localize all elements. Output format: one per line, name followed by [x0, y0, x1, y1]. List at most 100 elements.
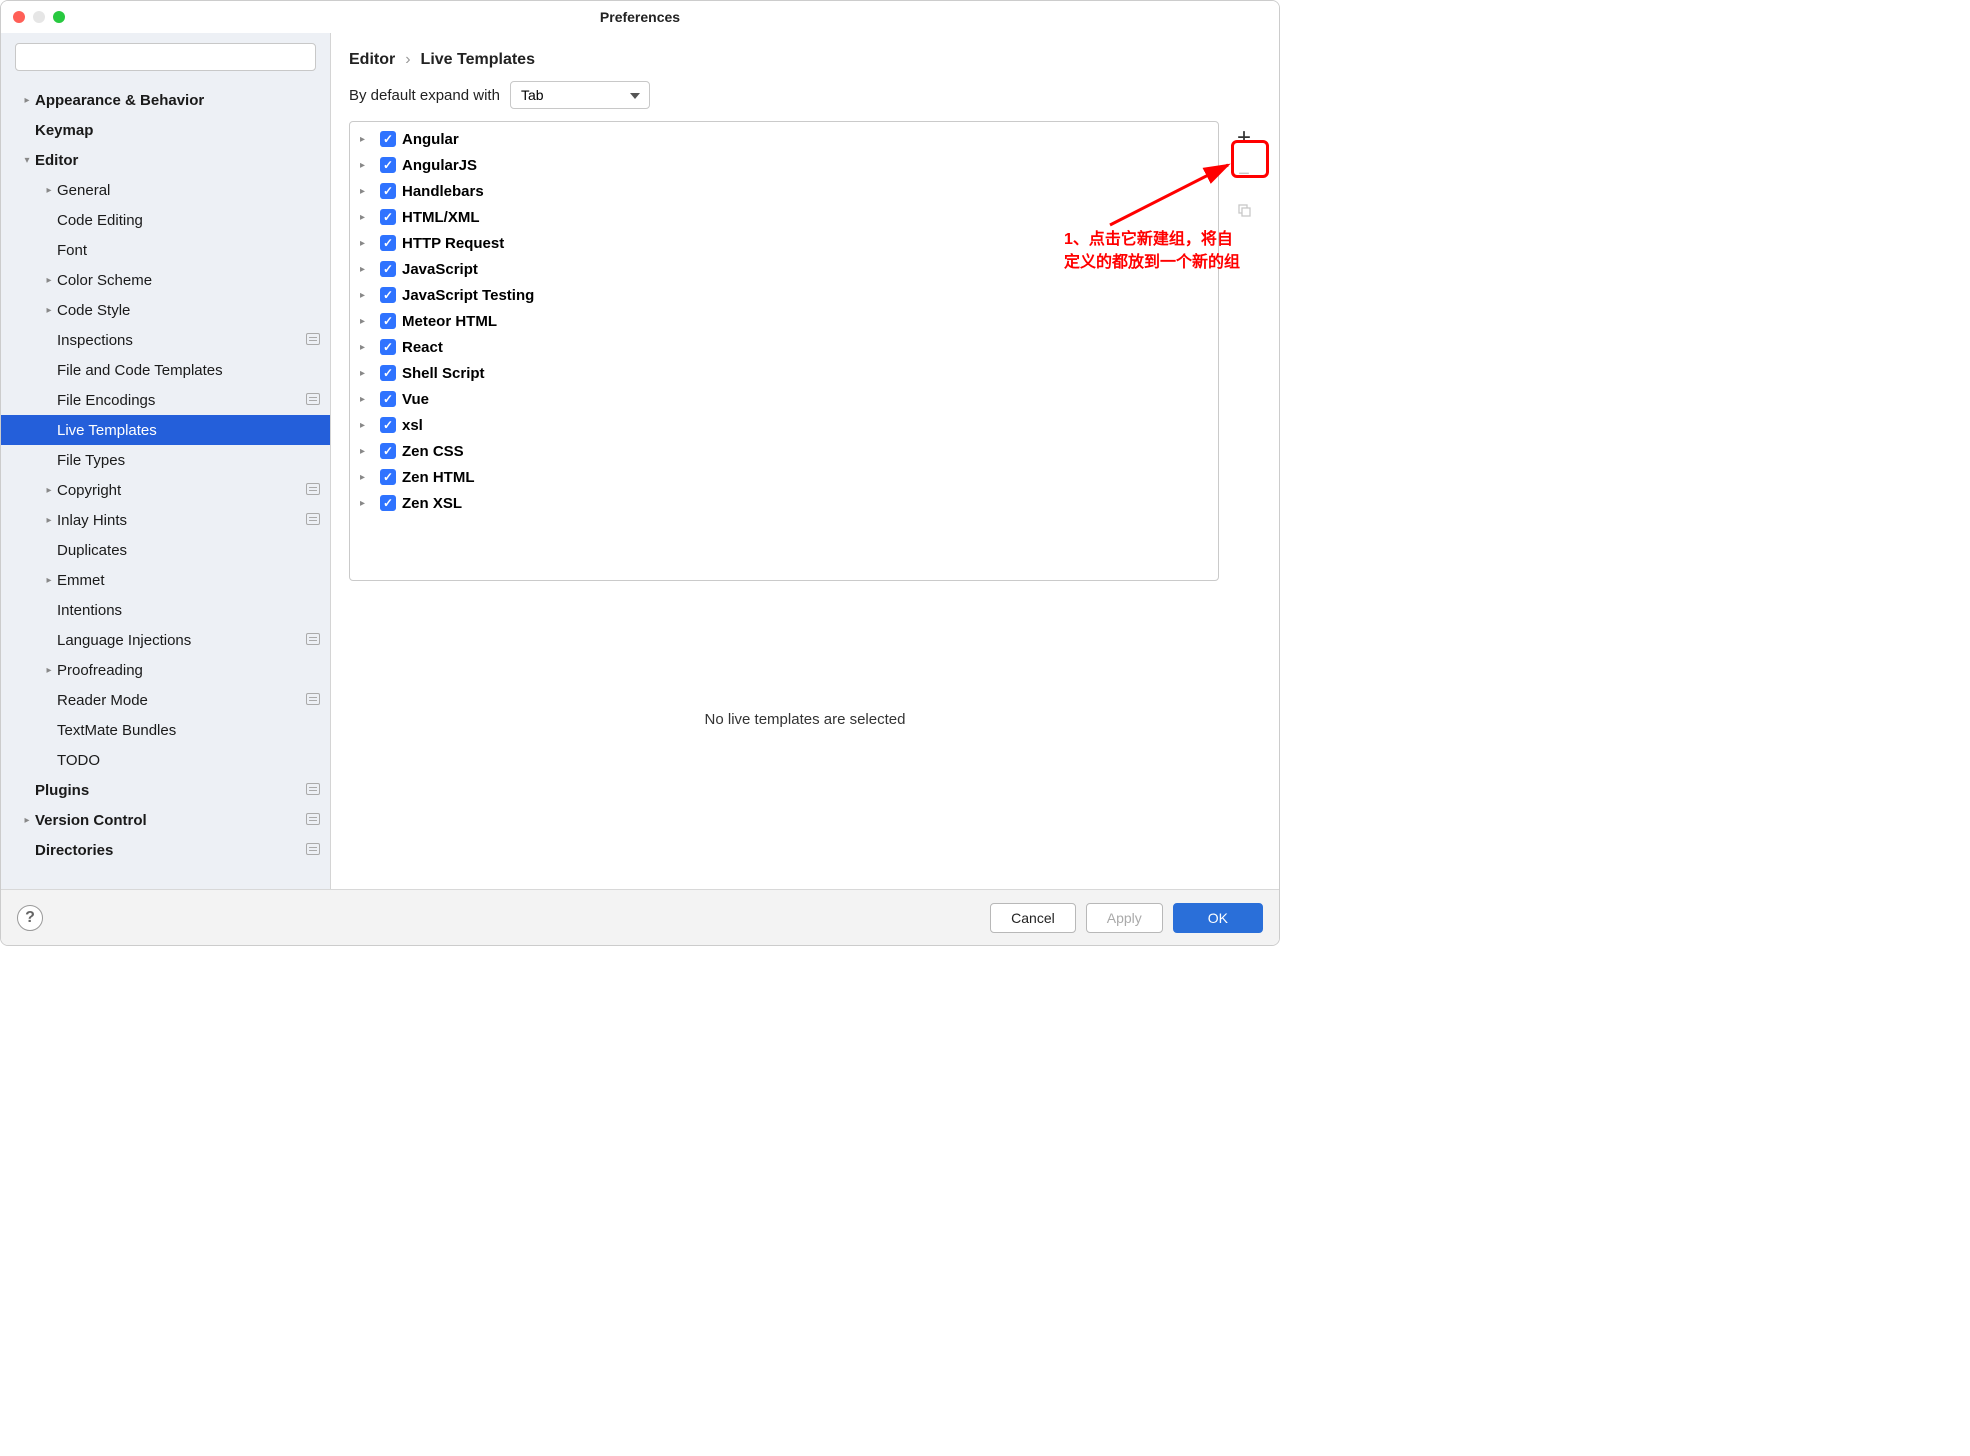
sidebar-item[interactable]: ▸Color Scheme — [1, 265, 330, 295]
sidebar-item[interactable]: ▸Code Style — [1, 295, 330, 325]
template-list[interactable]: ▸ ✓ Angular ▸ ✓ AngularJS ▸✓Handlebars▸✓HTML/X… — [349, 121, 1219, 581]
minimize-icon[interactable] — [33, 11, 45, 23]
checkbox-checked-icon[interactable]: ✓ — [380, 339, 396, 355]
template-group-row[interactable]: ▸✓Zen XSL — [350, 490, 1218, 516]
sidebar-item-label: Live Templates — [57, 422, 157, 439]
sidebar-item[interactable]: TextMate Bundles — [1, 715, 330, 745]
sidebar-item-label: Inlay Hints — [57, 512, 127, 529]
duplicate-button[interactable] — [1229, 195, 1259, 225]
chevron-right-icon: ▸ — [41, 575, 57, 586]
template-group-row[interactable]: ▸✓React — [350, 334, 1218, 360]
close-icon[interactable] — [13, 11, 25, 23]
sidebar-item[interactable]: ▸Copyright — [1, 475, 330, 505]
template-group-label: AngularJS — [402, 157, 477, 174]
add-button[interactable]: + — [1229, 123, 1259, 153]
help-button[interactable]: ? — [17, 905, 43, 931]
checkbox-checked-icon[interactable]: ✓ — [380, 443, 396, 459]
checkbox-checked-icon[interactable]: ✓ — [380, 131, 396, 147]
template-group-label: JavaScript Testing — [402, 287, 534, 304]
sidebar-item-label: Keymap — [35, 122, 93, 139]
chevron-right-icon: ▸ — [360, 420, 374, 431]
sidebar-item-label: File Types — [57, 452, 125, 469]
sidebar-item-label: Copyright — [57, 482, 121, 499]
sidebar-item[interactable]: TODO — [1, 745, 330, 775]
template-group-row[interactable]: ▸✓Meteor HTML — [350, 308, 1218, 334]
sidebar-item[interactable]: Code Editing — [1, 205, 330, 235]
sidebar-item[interactable]: Keymap — [1, 115, 330, 145]
sidebar-item[interactable]: ▸Version Control — [1, 805, 330, 835]
template-group-row[interactable]: ▸✓Vue — [350, 386, 1218, 412]
ok-button[interactable]: OK — [1173, 903, 1263, 933]
sidebar-item[interactable]: Language Injections — [1, 625, 330, 655]
sidebar-item[interactable]: File and Code Templates — [1, 355, 330, 385]
sidebar-item[interactable]: Directories — [1, 835, 330, 865]
checkbox-checked-icon[interactable]: ✓ — [380, 157, 396, 173]
checkbox-checked-icon[interactable]: ✓ — [380, 287, 396, 303]
template-group-label: xsl — [402, 417, 423, 434]
maximize-icon[interactable] — [53, 11, 65, 23]
template-group-label: Zen CSS — [402, 443, 464, 460]
template-group-label: HTTP Request — [402, 235, 504, 252]
project-badge-icon — [306, 333, 320, 348]
chevron-right-icon: › — [405, 51, 410, 69]
footer: ? Cancel Apply OK — [1, 889, 1279, 945]
checkbox-checked-icon[interactable]: ✓ — [380, 495, 396, 511]
checkbox-checked-icon[interactable]: ✓ — [380, 183, 396, 199]
chevron-right-icon: ▸ — [41, 665, 57, 676]
remove-button[interactable]: − — [1229, 159, 1259, 189]
sidebar-item[interactable]: Inspections — [1, 325, 330, 355]
template-group-row[interactable]: ▸✓Angular — [350, 126, 1218, 152]
project-badge-icon — [306, 633, 320, 648]
sidebar-item[interactable]: ▸General — [1, 175, 330, 205]
checkbox-checked-icon[interactable]: ✓ — [380, 469, 396, 485]
checkbox-checked-icon[interactable]: ✓ — [380, 313, 396, 329]
project-badge-icon — [306, 843, 320, 858]
sidebar-item[interactable]: ▸Proofreading — [1, 655, 330, 685]
template-group-row[interactable]: ▸ ✓ HTTP Request — [350, 230, 1218, 256]
sidebar-item[interactable]: File Types — [1, 445, 330, 475]
expand-select[interactable]: Tab — [510, 81, 650, 109]
template-group-label: React — [402, 339, 443, 356]
template-group-row[interactable]: ▸✓Handlebars — [350, 178, 1218, 204]
checkbox-checked-icon[interactable]: ✓ — [380, 209, 396, 225]
sidebar-item[interactable]: Intentions — [1, 595, 330, 625]
template-group-row[interactable]: ▸✓Zen HTML — [350, 464, 1218, 490]
project-badge-icon — [306, 813, 320, 828]
sidebar-item[interactable]: ▸Emmet — [1, 565, 330, 595]
template-group-row[interactable]: ▸✓AngularJS — [350, 152, 1218, 178]
sidebar-item[interactable]: Font — [1, 235, 330, 265]
checkbox-checked-icon[interactable]: ✓ — [380, 235, 396, 251]
sidebar-item-label: Duplicates — [57, 542, 127, 559]
sidebar-item[interactable]: Duplicates — [1, 535, 330, 565]
sidebar-item[interactable]: ▸Appearance & Behavior — [1, 85, 330, 115]
checkbox-checked-icon[interactable]: ✓ — [380, 261, 396, 277]
breadcrumb-parent: Editor — [349, 51, 395, 69]
main-panel: Editor › Live Templates By default expan… — [331, 33, 1279, 889]
chevron-right-icon: ▸ — [360, 238, 374, 249]
apply-button[interactable]: Apply — [1086, 903, 1163, 933]
template-group-row[interactable]: ▸✓Zen CSS — [350, 438, 1218, 464]
template-group-row[interactable]: ▸✓HTML/XML — [350, 204, 1218, 230]
template-group-label: Angular — [402, 131, 459, 148]
sidebar-item[interactable]: ▸Inlay Hints — [1, 505, 330, 535]
sidebar-item[interactable]: Live Templates — [1, 415, 330, 445]
sidebar-item[interactable]: Reader Mode — [1, 685, 330, 715]
checkbox-checked-icon[interactable]: ✓ — [380, 365, 396, 381]
sidebar-item[interactable]: File Encodings — [1, 385, 330, 415]
template-group-row[interactable]: ▸✓JavaScript — [350, 256, 1218, 282]
search-input[interactable] — [15, 43, 316, 71]
sidebar-item-label: Editor — [35, 152, 78, 169]
checkbox-checked-icon[interactable]: ✓ — [380, 391, 396, 407]
expand-label: By default expand with — [349, 87, 500, 104]
sidebar-item[interactable]: Plugins — [1, 775, 330, 805]
cancel-button[interactable]: Cancel — [990, 903, 1076, 933]
settings-tree[interactable]: ▸Appearance & Behavior Keymap ▾Editor▸Gene… — [1, 79, 330, 889]
project-badge-icon — [306, 693, 320, 708]
template-group-row[interactable]: ▸ ✓ xsl — [350, 412, 1218, 438]
checkbox-checked-icon[interactable]: ✓ — [380, 417, 396, 433]
sidebar-item[interactable]: ▾Editor — [1, 145, 330, 175]
template-group-row[interactable]: ▸✓Shell Script — [350, 360, 1218, 386]
project-badge-icon — [306, 783, 320, 798]
template-group-row[interactable]: ▸✓JavaScript Testing — [350, 282, 1218, 308]
chevron-right-icon: ▸ — [19, 95, 35, 106]
